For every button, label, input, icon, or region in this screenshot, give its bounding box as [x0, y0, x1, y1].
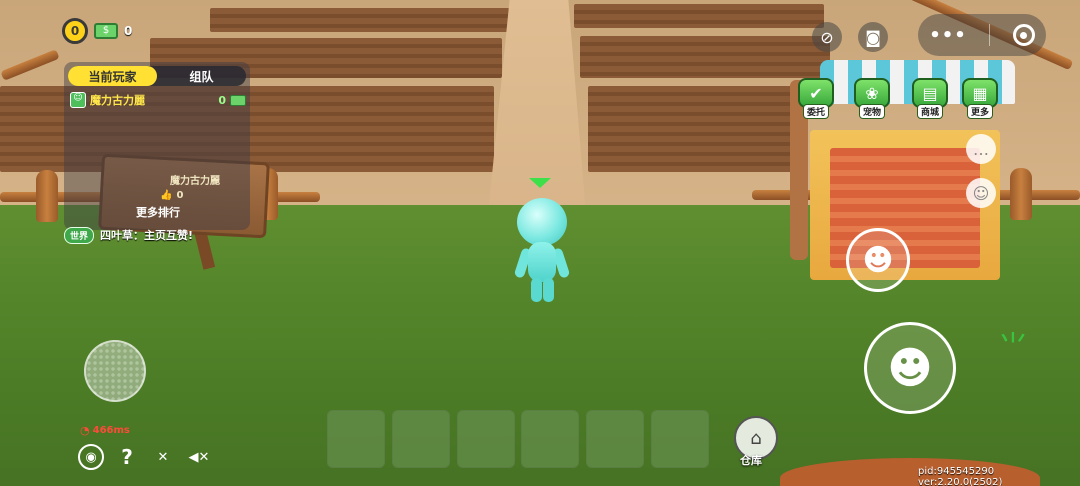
farm-plot — [588, 86, 808, 172]
cash-icon: $ — [94, 23, 118, 39]
menu-label: 委托 — [802, 104, 829, 119]
emote-button[interactable]: ☺ — [966, 178, 996, 208]
chat-button[interactable]: … — [966, 134, 996, 164]
sign-likes-count: 0 — [176, 190, 184, 201]
character-leg — [543, 278, 554, 302]
character-head — [517, 198, 567, 246]
compass-button[interactable]: ⊘ — [812, 22, 842, 52]
coin-icon[interactable]: 0 — [62, 18, 88, 44]
question-icon: ? — [121, 445, 133, 469]
speech-bubble-icon: … — [973, 139, 989, 159]
thumbs-up-icon: 👍 — [160, 190, 173, 201]
warehouse-icon: ⌂ — [750, 427, 762, 449]
menu-more[interactable]: ▦ 更多 — [956, 78, 1004, 122]
tab-team[interactable]: 组队 — [157, 66, 246, 86]
smiley-icon: ☺ — [972, 183, 990, 203]
item-slot[interactable] — [651, 410, 709, 468]
more-options-icon[interactable]: ••• — [929, 25, 967, 46]
fence-post — [36, 170, 58, 222]
eye-icon: ◉ — [85, 449, 97, 465]
leaderboard-tabs: 当前玩家 组队 — [68, 66, 246, 86]
mic-off-icon: ✕ — [157, 449, 169, 465]
item-slot[interactable] — [457, 410, 515, 468]
item-slot[interactable] — [392, 410, 450, 468]
sign-owner-name: 魔力古力麗 — [170, 176, 220, 187]
more-rankings-link[interactable]: 更多排行 — [136, 204, 180, 220]
ping-value: 466ms — [92, 425, 130, 436]
grass-tuft-icon: ⺌ — [998, 330, 1028, 365]
tab-current-players[interactable]: 当前玩家 — [68, 66, 157, 86]
running-character-icon: ☻ — [887, 342, 933, 394]
menu-shop[interactable]: ▤ 商城 — [906, 78, 954, 122]
sign-likes[interactable]: 👍 0 — [160, 190, 183, 201]
item-slot[interactable] — [327, 410, 385, 468]
capsule-divider — [989, 24, 991, 46]
player-name: 魔力古力麗 — [90, 94, 145, 107]
network-ping: ◔ 466ms — [80, 424, 130, 437]
player-character — [512, 198, 572, 308]
leaderboard-panel: 当前玩家 组队 ☺ 魔力古力麗 0 更多排行 — [64, 62, 250, 230]
camera-icon: ◙ — [865, 27, 881, 47]
sound-toggle-button[interactable]: ◀✕ — [186, 444, 212, 470]
version-info: pid:945545290 ver:2.20.0(2502) — [918, 466, 1003, 486]
storage-label: 仓库 — [740, 454, 762, 467]
farm-plot — [574, 4, 824, 28]
character-body — [528, 242, 556, 282]
currency-bar: 0 $ 0 — [62, 18, 222, 44]
character-action-icon: ☻ — [862, 242, 894, 278]
camera-button[interactable]: ◙ — [858, 22, 888, 52]
help-button[interactable]: ? — [114, 444, 140, 470]
player-marker-icon — [529, 178, 551, 188]
interact-button[interactable]: ☻ — [846, 228, 910, 292]
leaderboard-row[interactable]: ☺ 魔力古力麗 0 — [70, 90, 246, 110]
item-slot[interactable] — [586, 410, 644, 468]
menu-label: 宠物 — [858, 104, 885, 119]
player-avatar: ☺ — [70, 92, 86, 108]
item-slot[interactable] — [521, 410, 579, 468]
chat-line[interactable]: 世界 四叶草：主页互赞! — [64, 226, 193, 244]
cash-icon — [230, 94, 246, 106]
speaker-mute-icon: ◀✕ — [188, 449, 210, 465]
compass-icon: ⊘ — [820, 27, 834, 47]
wifi-icon: ◔ — [80, 424, 90, 437]
mini-program-capsule: ••• — [918, 14, 1046, 56]
menu-label: 商城 — [916, 104, 943, 119]
character-leg — [531, 278, 542, 302]
cash-value: 0 — [124, 24, 133, 38]
close-app-icon[interactable] — [1012, 24, 1035, 46]
player-score: 0 — [218, 93, 226, 107]
menu-entrust[interactable]: ✔ 委托 — [792, 78, 840, 122]
movement-joystick[interactable] — [84, 340, 146, 402]
farm-plot — [210, 8, 510, 32]
mic-toggle-button[interactable]: ✕ — [150, 444, 176, 470]
menu-pets[interactable]: ❀ 宠物 — [848, 78, 896, 122]
view-toggle-button[interactable]: ◉ — [78, 444, 104, 470]
menu-label: 更多 — [966, 104, 993, 119]
run-button[interactable]: ☻ — [864, 322, 956, 414]
chat-message: 四叶草：主页互赞! — [100, 229, 194, 242]
chat-channel-badge: 世界 — [64, 226, 95, 244]
